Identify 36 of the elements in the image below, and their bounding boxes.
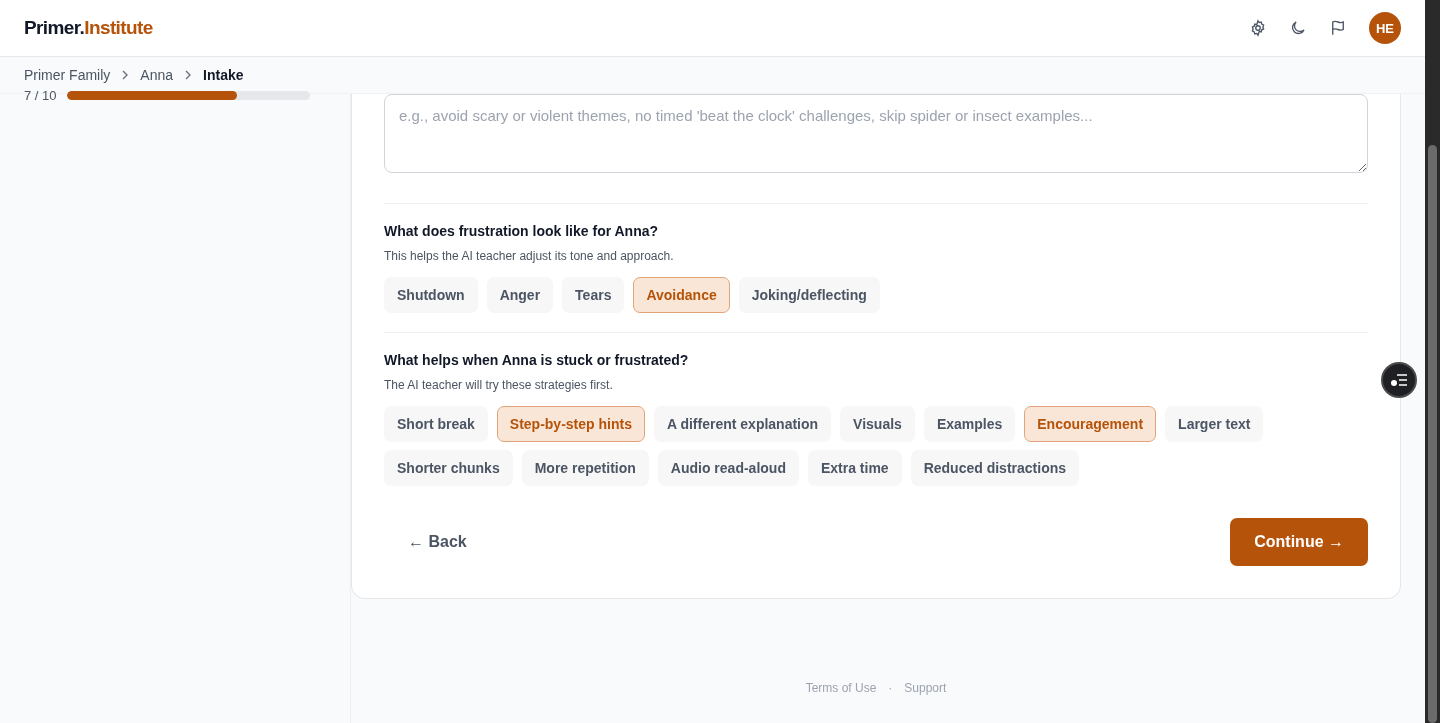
option-chip[interactable]: Examples <box>923 406 1016 442</box>
option-chip[interactable]: Short break <box>384 406 488 442</box>
option-chip[interactable]: Shutdown <box>384 277 478 313</box>
option-chip[interactable]: Step-by-step hints <box>496 406 645 442</box>
option-chip[interactable]: A different explanation <box>653 406 832 442</box>
breadcrumb-link[interactable]: Anna <box>140 67 174 83</box>
progress-label: 7 / 10 <box>24 88 57 103</box>
option-chip[interactable]: Reduced distractions <box>910 450 1080 486</box>
moon-icon[interactable] <box>1289 19 1307 37</box>
breadcrumb-link[interactable]: Primer Family <box>24 67 111 83</box>
question-title: What helps when Anna is stuck or frustrated? <box>384 352 690 368</box>
notes-field[interactable]: e.g., avoid scary or violent themes, no timed 'beat the clock' challenges, skip spider or insect examples... <box>384 94 1368 173</box>
separator: · <box>888 681 893 695</box>
option-chip[interactable]: Avoidance <box>633 277 730 313</box>
question-hint: This helps the AI teacher adjust its tone and approach. <box>384 249 675 263</box>
question-title: What does frustration look like for Anna? <box>384 223 660 239</box>
option-chip[interactable]: Encouragement <box>1024 406 1157 442</box>
flag-icon[interactable] <box>1329 19 1347 37</box>
back-button[interactable]: ← Back <box>384 525 491 559</box>
option-chip[interactable]: Joking/deflecting <box>738 277 880 313</box>
option-chip[interactable]: Larger text <box>1165 406 1264 442</box>
continue-button[interactable]: Continue → <box>1230 518 1368 566</box>
option-chip[interactable]: Audio read-aloud <box>657 450 799 486</box>
option-chip[interactable]: Extra time <box>807 450 902 486</box>
user-avatar[interactable]: HE <box>1369 12 1401 44</box>
scrollbar[interactable] <box>1425 0 1440 723</box>
option-chip[interactable]: Visuals <box>840 406 915 442</box>
floating-button[interactable] <box>1381 362 1417 398</box>
settings-icon[interactable] <box>1249 19 1267 37</box>
question-hint: The AI teacher will try these strategies first. <box>384 378 614 392</box>
option-chip[interactable]: Tears <box>562 277 625 313</box>
logo[interactable]: Primer.Institute <box>24 17 153 39</box>
option-chip[interactable]: Anger <box>486 277 554 313</box>
option-chip[interactable]: More repetition <box>521 450 649 486</box>
list-icon <box>1390 373 1408 387</box>
option-chip[interactable]: Shorter chunks <box>384 450 513 486</box>
